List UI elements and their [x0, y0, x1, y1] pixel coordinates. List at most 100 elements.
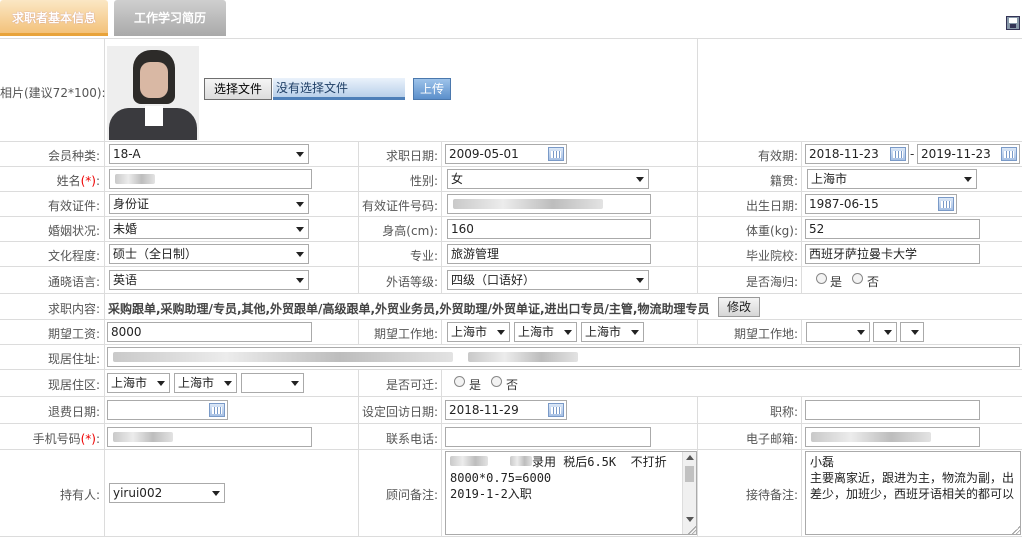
work-place-label: 期望工作地:	[373, 327, 438, 341]
salary-input[interactable]: 8000	[107, 322, 312, 342]
district-select-3[interactable]	[241, 373, 304, 393]
member-type-select[interactable]: 18-A	[109, 144, 309, 164]
divider	[801, 396, 802, 536]
divider	[697, 38, 698, 141]
divider	[441, 369, 442, 536]
relocate-label: 是否可迁:	[385, 378, 438, 392]
refund-date-label: 退费日期:	[47, 405, 100, 419]
calendar-icon[interactable]	[548, 147, 564, 161]
name-input[interactable]	[109, 169, 312, 189]
calendar-icon[interactable]	[209, 403, 225, 417]
id-number-input[interactable]	[447, 194, 651, 214]
email-input[interactable]	[805, 427, 980, 447]
height-input[interactable]: 160	[447, 219, 651, 239]
address-label: 现居住址:	[47, 352, 100, 366]
district-select-2[interactable]: 上海市	[174, 373, 237, 393]
calendar-icon[interactable]	[548, 403, 564, 417]
divider	[0, 141, 1022, 142]
photo-label: 相片(建议72*100):	[0, 86, 106, 100]
major-input[interactable]: 旅游管理	[447, 244, 651, 264]
work-place-select-1[interactable]: 上海市	[447, 322, 510, 342]
work-place-select-3[interactable]: 上海市	[581, 322, 644, 342]
work-place2-select-2[interactable]	[873, 322, 897, 342]
work-place2-select-3[interactable]	[900, 322, 924, 342]
resize-handle-icon[interactable]	[688, 526, 696, 534]
resize-handle-icon[interactable]	[1012, 526, 1020, 534]
chevron-down-icon	[296, 152, 304, 157]
divider	[0, 536, 1022, 537]
phone-input[interactable]	[445, 427, 651, 447]
tab-work-history[interactable]: 工作学习简历	[114, 0, 226, 36]
title-label: 职称:	[769, 405, 798, 419]
birth-date-input[interactable]: 1987-06-15	[805, 194, 957, 214]
school-label: 毕业院校:	[745, 249, 798, 263]
divider	[104, 38, 105, 536]
gender-label: 性别:	[409, 174, 438, 188]
consultant-note-scrollbar[interactable]	[682, 452, 696, 534]
language-label: 通晓语言:	[47, 275, 100, 289]
major-label: 专业:	[409, 249, 438, 263]
divider	[0, 449, 1022, 450]
address-input[interactable]	[107, 347, 1020, 367]
relocate-no-radio[interactable]	[491, 376, 502, 387]
chevron-down-icon	[964, 177, 972, 182]
job-content-label: 求职内容:	[47, 302, 100, 316]
consultant-note-textarea[interactable]: 录用 税后6.5K 不打折 8000*0.75=6000 2019-1-2入职	[445, 451, 697, 535]
edit-job-content-button[interactable]: 修改	[718, 297, 760, 317]
relocate-yes-label: 是	[469, 378, 482, 392]
tab-basic-info[interactable]: 求职者基本信息	[0, 0, 108, 36]
divider	[0, 166, 1022, 167]
divider	[0, 369, 1022, 370]
divider	[0, 396, 1022, 397]
chevron-down-icon	[296, 252, 304, 257]
refund-date-input[interactable]	[107, 400, 228, 420]
school-input[interactable]: 西班牙萨拉曼卡大学	[805, 244, 980, 264]
divider	[441, 141, 442, 293]
calendar-icon[interactable]	[938, 197, 954, 211]
choose-file-button[interactable]: 选择文件	[204, 78, 272, 100]
mobile-input[interactable]	[107, 427, 312, 447]
valid-from-input[interactable]: 2018-11-23	[805, 144, 909, 164]
owner-label: 持有人:	[59, 488, 100, 502]
divider	[0, 266, 1022, 267]
save-icon[interactable]	[1006, 16, 1020, 30]
id-type-select[interactable]: 身份证	[109, 194, 309, 214]
chevron-down-icon	[296, 227, 304, 232]
work-place-select-2[interactable]: 上海市	[514, 322, 577, 342]
divider	[0, 38, 1022, 39]
divider	[0, 423, 1022, 424]
chevron-down-icon	[884, 330, 892, 335]
returnee-yes-radio[interactable]	[816, 273, 827, 284]
reception-note-textarea[interactable]: 小磊 主要离家近，跟进为主，物流为副，出差少，加班少，西班牙语相关的都可以	[805, 451, 1021, 535]
lang-level-select[interactable]: 四级（口语好）	[447, 270, 649, 290]
chevron-down-icon	[296, 278, 304, 283]
calendar-icon[interactable]	[890, 147, 906, 161]
education-select[interactable]: 硕士（全日制）	[109, 244, 309, 264]
language-select[interactable]: 英语	[109, 270, 309, 290]
marital-select[interactable]: 未婚	[109, 219, 309, 239]
owner-select[interactable]: yirui002	[109, 483, 225, 503]
chevron-down-icon	[636, 278, 644, 283]
calendar-icon[interactable]	[1001, 147, 1017, 161]
divider	[441, 319, 442, 344]
lang-level-label: 外语等级:	[385, 275, 438, 289]
work-place2-select-1[interactable]	[806, 322, 870, 342]
district-select-1[interactable]: 上海市	[107, 373, 170, 393]
divider	[0, 216, 1022, 217]
upload-button[interactable]: 上传	[413, 78, 451, 100]
relocate-yes-radio[interactable]	[454, 376, 465, 387]
returnee-label: 是否海归:	[745, 275, 798, 289]
returnee-yes-label: 是	[830, 275, 843, 289]
apply-date-input[interactable]: 2009-05-01	[445, 144, 567, 164]
height-label: 身高(cm):	[382, 224, 438, 238]
gender-select[interactable]: 女	[447, 169, 649, 189]
valid-to-input[interactable]: 2019-11-23	[917, 144, 1020, 164]
visit-date-input[interactable]: 2018-11-29	[445, 400, 567, 420]
marital-label: 婚姻状况:	[47, 224, 100, 238]
title-input[interactable]	[805, 400, 980, 420]
native-place-select[interactable]: 上海市	[807, 169, 977, 189]
returnee-no-radio[interactable]	[852, 273, 863, 284]
id-type-label: 有效证件:	[47, 199, 100, 213]
weight-input[interactable]: 52	[805, 219, 980, 239]
phone-label: 联系电话:	[385, 432, 438, 446]
